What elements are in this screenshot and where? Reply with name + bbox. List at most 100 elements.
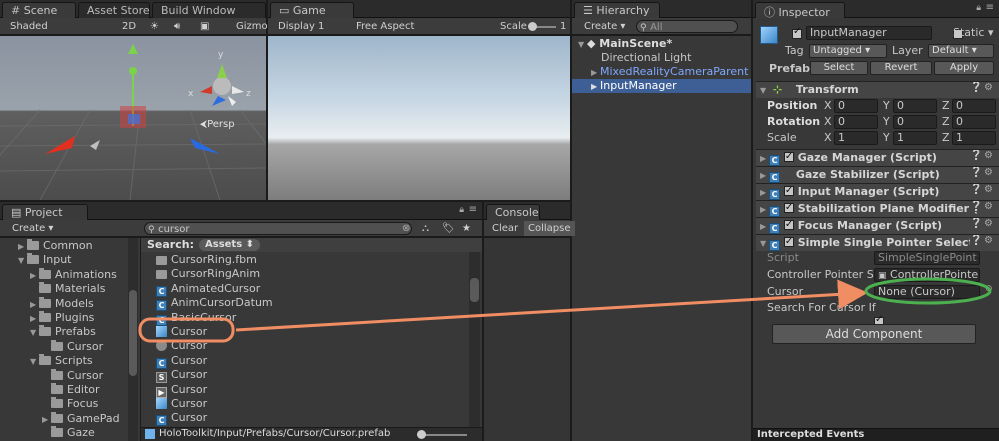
tab-console[interactable]: Console — [486, 204, 540, 220]
file-item[interactable]: C BasicCursor — [156, 311, 236, 326]
file-item[interactable]: C AnimCursorDatum — [156, 296, 273, 312]
tab-scene[interactable]: # Scene — [2, 2, 76, 18]
component-header[interactable]: ▶C Input Manager (Script) ❔⚙ — [756, 183, 999, 200]
tab-inspector[interactable]: ⓘ Inspector — [755, 2, 845, 19]
favorite-star-icon[interactable]: ★ — [462, 221, 471, 236]
lighting-toggle-icon[interactable]: ☀ — [150, 19, 159, 34]
project-tree-item[interactable]: ▶ Animations — [30, 267, 117, 283]
project-tree-item[interactable]: Focus — [42, 397, 98, 411]
search-scope-assets-button[interactable]: Assets ⬍ — [199, 239, 261, 251]
files-scrollbar[interactable] — [469, 252, 480, 427]
tab-build-window[interactable]: Build Window — [152, 2, 266, 18]
gizmos-dropdown[interactable]: Gizmo — [236, 19, 268, 34]
tag-dropdown[interactable]: Untagged ▾ — [809, 44, 887, 58]
file-item[interactable]: CursorRing.fbm — [156, 253, 257, 267]
hierarchy-item-directional-light[interactable]: Directional Light — [601, 51, 691, 65]
expand-icon[interactable]: ▶ — [591, 66, 600, 80]
scale-slider[interactable] — [528, 22, 556, 31]
transform-y-field[interactable]: 0 — [893, 99, 937, 113]
project-tree-item[interactable]: Editor — [42, 383, 100, 397]
component-header[interactable]: ▶C Focus Manager (Script) ❔⚙ — [756, 217, 999, 234]
component-enabled-checkbox[interactable] — [783, 201, 794, 216]
transform-x-field[interactable]: 0 — [834, 115, 878, 129]
object-picker-icon[interactable]: ⊙ — [985, 284, 993, 294]
panel-menu-icon[interactable]: ≡ — [469, 204, 477, 215]
transform-x-field[interactable]: 0 — [834, 99, 878, 113]
add-component-button[interactable]: Add Component — [772, 324, 976, 344]
lock-icon[interactable]: 🔒︎ — [459, 205, 464, 215]
expand-icon[interactable]: ▶ — [760, 202, 769, 217]
tab-project[interactable]: ▤ Project — [2, 204, 88, 220]
component-enabled-checkbox[interactable] — [783, 150, 794, 165]
tree-scrollbar[interactable] — [128, 238, 138, 441]
expand-icon[interactable]: ▶ — [591, 80, 600, 94]
file-item[interactable]: C Cursor — [156, 354, 207, 369]
file-item[interactable]: Cursor — [156, 397, 207, 411]
component-enabled-checkbox[interactable] — [783, 235, 794, 250]
project-tree-item[interactable]: ▶ Plugins — [30, 311, 94, 325]
panel-menu-icon[interactable]: ≡ — [986, 2, 994, 13]
layer-dropdown[interactable]: Default ▾ — [928, 44, 994, 58]
project-tree-item[interactable]: Materials — [30, 282, 105, 296]
controller-field[interactable]: ▣ ControllerPointerS — [874, 268, 980, 282]
file-item[interactable]: Cursor — [156, 339, 207, 353]
project-tree-item[interactable]: ▶ Models — [30, 296, 94, 311]
expand-icon[interactable]: ▶ — [760, 219, 769, 234]
expand-icon[interactable]: ▶ — [42, 413, 51, 427]
expand-icon[interactable]: ▶ — [30, 269, 39, 283]
files-scrollbar-thumb[interactable] — [470, 278, 479, 302]
file-item[interactable]: C Cursor — [156, 411, 207, 427]
file-item[interactable]: C AnimatedCursor — [156, 282, 260, 297]
hierarchy-scene-row[interactable]: ▼ ◆ MainScene* — [578, 37, 672, 51]
aspect-dropdown[interactable]: Free Aspect — [356, 19, 414, 34]
prefab-revert-button[interactable]: Revert — [870, 61, 932, 75]
persp-label[interactable]: ⮜Persp — [200, 119, 235, 130]
component-header[interactable]: ▶ C Gaze Stabilizer (Script) ❔ ⚙ — [756, 166, 999, 183]
expand-icon[interactable]: ▼ — [760, 236, 769, 251]
project-tree-item[interactable]: ▶ Common — [18, 239, 93, 253]
project-tree-item[interactable]: ▼ Prefabs — [30, 325, 96, 339]
filter-type-icon[interactable]: ⛬ — [422, 221, 429, 236]
hierarchy-item-input-manager[interactable]: ▶ InputManager — [572, 79, 751, 93]
icon-size-slider[interactable] — [417, 430, 467, 439]
tab-game[interactable]: ▭ Game — [270, 2, 354, 18]
console-clear-button[interactable]: Clear — [492, 221, 518, 236]
prefab-apply-button[interactable]: Apply — [934, 61, 994, 75]
gear-icon[interactable]: ⚙ — [984, 218, 995, 229]
help-icon[interactable]: ❔ — [970, 167, 982, 178]
transform-y-field[interactable]: 1 — [893, 131, 937, 145]
project-search-field[interactable]: ⚲ cursor — [144, 222, 412, 235]
file-item[interactable]: S Cursor — [156, 368, 207, 384]
transform-z-field[interactable]: 0 — [952, 115, 996, 129]
project-tree-item[interactable]: Cursor — [42, 339, 103, 354]
help-icon[interactable]: ❔ — [970, 201, 982, 212]
game-viewport[interactable] — [268, 36, 570, 200]
static-label[interactable]: Static ▾ — [953, 26, 993, 39]
hierarchy-create-dropdown[interactable]: Create ▾ — [584, 19, 625, 34]
help-icon[interactable]: ❔ — [970, 150, 982, 161]
active-checkbox[interactable] — [792, 26, 802, 39]
intercepted-events-bar[interactable]: Intercepted Events — [753, 428, 999, 441]
scene-viewport[interactable]: y x z ⮜Persp — [0, 36, 266, 200]
icon-size-slider-thumb[interactable] — [417, 430, 426, 439]
gear-icon[interactable]: ⚙ — [984, 82, 995, 93]
file-item[interactable]: ▶ Cursor — [156, 383, 207, 398]
expand-icon[interactable]: ▶ — [18, 240, 27, 254]
lock-icon[interactable]: 🔒︎ — [976, 3, 981, 13]
project-create-dropdown[interactable]: Create ▾ — [12, 221, 53, 236]
mode-2d-button[interactable]: 2D — [122, 19, 136, 34]
expand-icon[interactable]: ▶ — [30, 312, 39, 326]
gear-icon[interactable]: ⚙ — [984, 201, 995, 212]
search-clear-icon[interactable]: ⊗ — [402, 221, 410, 236]
hierarchy-item-mixed-reality-camera-parent[interactable]: ▶ MixedRealityCameraParent — [591, 65, 748, 79]
gear-icon[interactable]: ⚙ — [984, 184, 995, 195]
hierarchy-search-field[interactable]: ⚲ All — [636, 20, 738, 33]
prefab-select-button[interactable]: Select — [810, 61, 868, 75]
audio-toggle-icon[interactable]: 🔊︎ — [174, 19, 180, 34]
tab-hierarchy[interactable]: ☰ Hierarchy — [574, 2, 660, 18]
transform-z-field[interactable]: 0 — [952, 99, 996, 113]
tree-scrollbar-thumb[interactable] — [129, 290, 137, 376]
scene-expand-icon[interactable]: ▼ — [578, 38, 587, 52]
project-tree-item[interactable]: Gaze — [42, 426, 95, 440]
expand-icon[interactable]: ▶ — [760, 151, 769, 166]
